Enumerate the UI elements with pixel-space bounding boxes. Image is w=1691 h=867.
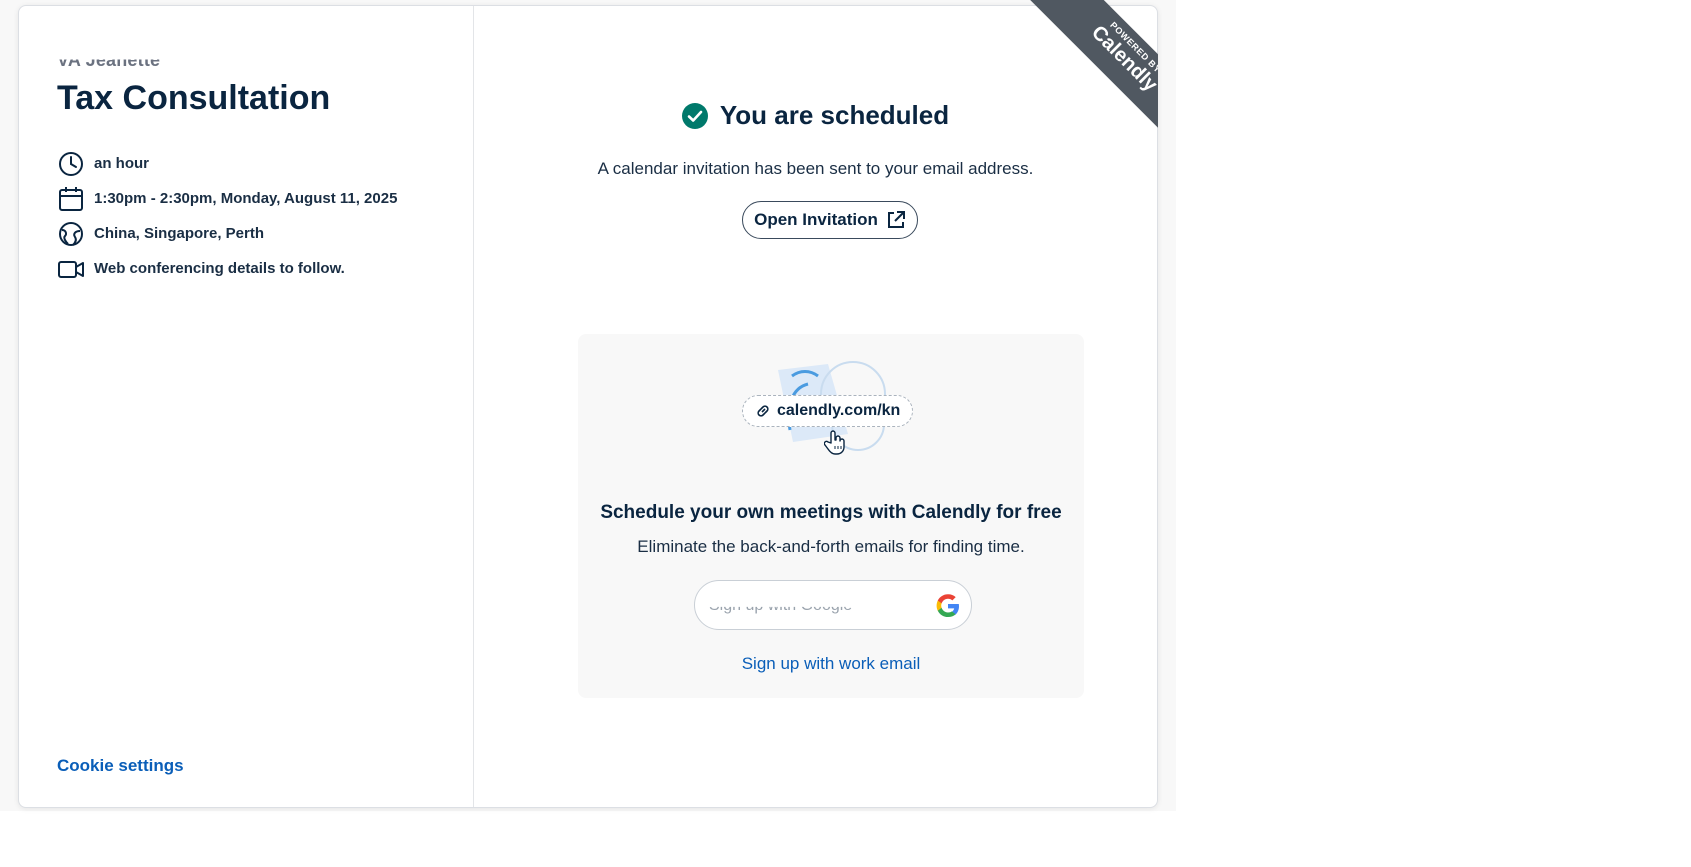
cookie-settings-link[interactable]: Cookie settings: [57, 756, 184, 776]
globe-icon: [57, 220, 85, 248]
confirmation-subline: A calendar invitation has been sent to y…: [597, 159, 1034, 178]
booking-card: VA Jeanette Tax Consultation an hour 1:3…: [18, 5, 1158, 808]
event-details-panel: VA Jeanette Tax Consultation an hour 1:3…: [19, 6, 474, 807]
check-circle-icon: [681, 102, 708, 129]
event-details-list: an hour 1:30pm - 2:30pm, Monday, August …: [57, 146, 397, 286]
detail-conferencing: Web conferencing details to follow.: [57, 251, 397, 286]
duration-text: an hour: [94, 155, 149, 172]
link-pill-text: calendly.com/kn: [777, 402, 901, 419]
external-link-icon: [887, 211, 905, 228]
timezone-text: China, Singapore, Perth: [94, 225, 265, 242]
promo-subtitle: Eliminate the back-and-forth emails for …: [637, 537, 1025, 556]
datetime-text: 1:30pm - 2:30pm, Monday, August 11, 2025: [94, 190, 398, 207]
conferencing-text: Web conferencing details to follow.: [94, 260, 345, 277]
ribbon-brand: Calendly: [1087, 21, 1158, 96]
clock-icon: [57, 150, 85, 178]
work-email-signup-link[interactable]: Sign up with work email: [578, 654, 1084, 674]
calendar-icon: [57, 185, 85, 213]
promo-title: Schedule your own meetings with Calendly…: [600, 502, 1062, 523]
open-invitation-label: Open Invitation: [754, 210, 878, 229]
headline-text: You are scheduled: [719, 100, 950, 130]
google-signup-button[interactable]: Sign up with Google: [694, 580, 972, 630]
calendly-link-pill: calendly.com/kn: [742, 395, 914, 427]
ribbon-banner: POWERED BY Calendly: [1028, 0, 1158, 133]
hand-cursor-icon: [824, 430, 845, 455]
event-title: Tax Consultation: [57, 79, 331, 117]
video-camera-icon: [57, 255, 85, 283]
organizer-name: VA Jeanette: [57, 50, 161, 70]
google-signup-label: Sign up with Google: [709, 597, 853, 614]
promo-illustration: calendly.com/kn: [578, 334, 1084, 474]
powered-by-ribbon[interactable]: POWERED BY Calendly: [1025, 0, 1158, 133]
detail-duration: an hour: [57, 146, 397, 181]
detail-datetime: 1:30pm - 2:30pm, Monday, August 11, 2025: [57, 181, 397, 216]
google-icon: [936, 594, 959, 617]
detail-timezone: China, Singapore, Perth: [57, 216, 397, 251]
link-icon: [757, 405, 769, 417]
open-invitation-button[interactable]: Open Invitation: [742, 201, 918, 239]
signup-promo-card: calendly.com/kn Schedule your own meetin…: [578, 334, 1084, 698]
